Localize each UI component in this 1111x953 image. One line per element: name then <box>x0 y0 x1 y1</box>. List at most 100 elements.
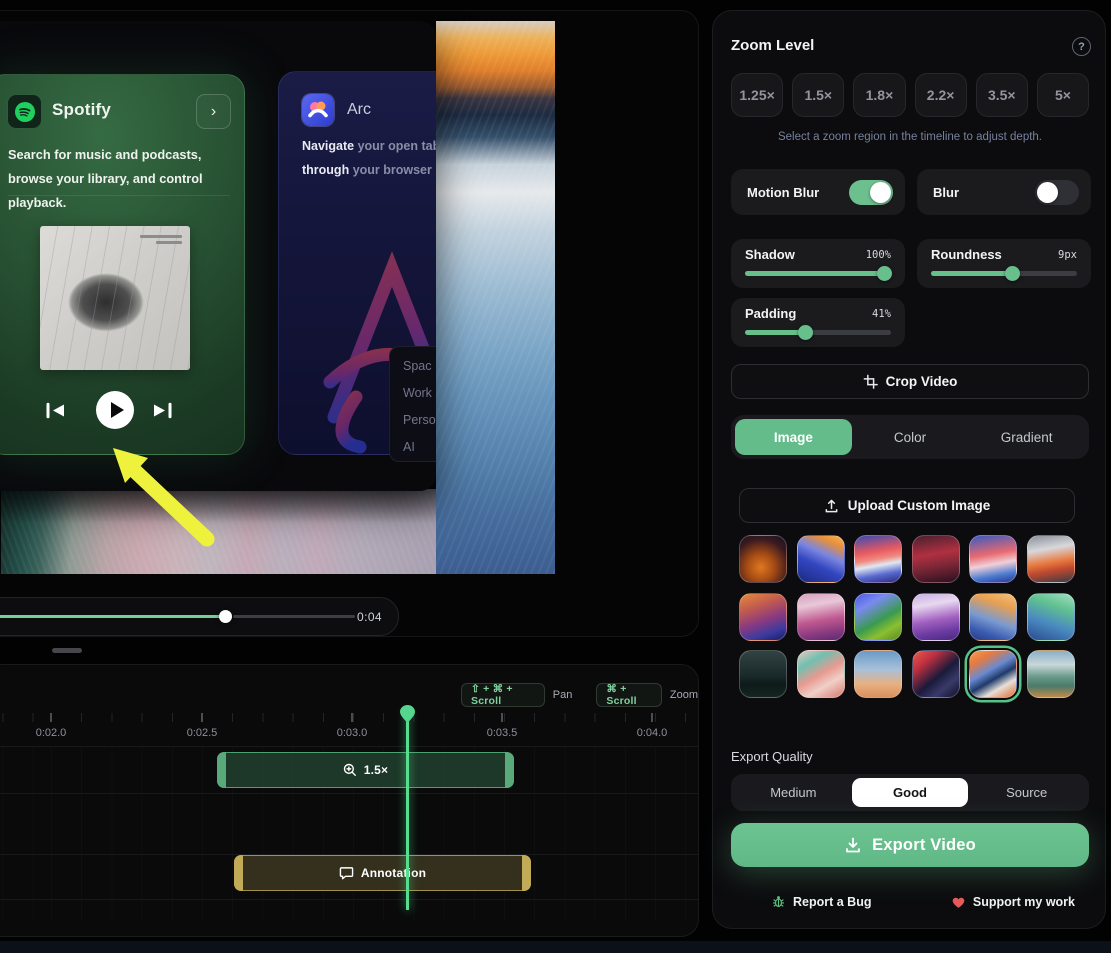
tab-image[interactable]: Image <box>735 419 852 455</box>
zoom-clip[interactable]: 1.5× <box>217 752 514 788</box>
padding-label: Padding <box>745 306 796 321</box>
spotify-card-description: Search for music and podcasts, browse yo… <box>8 143 226 215</box>
arc-submenu-item: Work <box>403 386 436 400</box>
settings-panel: Zoom Level ? 1.25× 1.5× 1.8× 2.2× 3.5× 5… <box>712 10 1106 929</box>
wallpaper-thumbnail-17-selected[interactable] <box>969 650 1017 698</box>
shadow-slider[interactable] <box>745 271 891 276</box>
wallpaper-thumbnail-6[interactable] <box>1027 535 1075 583</box>
arc-submenu-panel: Spac Work Perso AI <box>389 346 436 462</box>
wallpaper-thumbnail-14[interactable] <box>797 650 845 698</box>
zoom-option-3.5x[interactable]: 3.5× <box>976 73 1028 117</box>
blur-label: Blur <box>933 185 959 200</box>
shadow-label: Shadow <box>745 247 795 262</box>
tab-color[interactable]: Color <box>852 419 969 455</box>
ruler-tick <box>501 713 503 722</box>
wallpaper-thumbnail-7[interactable] <box>739 593 787 641</box>
wallpaper-thumbnail-16[interactable] <box>912 650 960 698</box>
slider-fill <box>745 271 885 276</box>
quality-medium[interactable]: Medium <box>735 778 852 807</box>
blur-card: Blur <box>917 169 1091 215</box>
ruler-tick <box>351 713 353 722</box>
zoom-option-1.8x[interactable]: 1.8× <box>853 73 905 117</box>
wallpaper-thumbnail-4[interactable] <box>912 535 960 583</box>
panel-resize-handle[interactable] <box>52 648 82 653</box>
padding-slider[interactable] <box>745 330 891 335</box>
zoom-option-1.25x[interactable]: 1.25× <box>731 73 783 117</box>
zoom-shortcut-keys: ⌘ + Scroll <box>596 683 662 707</box>
wallpaper-thumbnail-11[interactable] <box>969 593 1017 641</box>
zoom-option-5x[interactable]: 5× <box>1037 73 1089 117</box>
magnifier-plus-icon <box>343 763 357 777</box>
wallpaper-thumbnail-2[interactable] <box>797 535 845 583</box>
arc-card-title: Arc <box>347 101 371 119</box>
background-type-tabs: Image Color Gradient <box>731 415 1089 459</box>
wallpaper-thumbnail-12[interactable] <box>1027 593 1075 641</box>
playhead-handle[interactable] <box>400 705 415 724</box>
album-art-caption-line <box>140 235 182 238</box>
support-link[interactable]: Support my work <box>951 894 1075 909</box>
roundness-value: 9px <box>1058 249 1077 261</box>
album-art-caption-line <box>156 241 182 244</box>
ruler-label: 0:02.5 <box>187 727 218 739</box>
scrubber-handle[interactable] <box>219 610 232 623</box>
wallpaper-thumbnail-5[interactable] <box>969 535 1017 583</box>
report-bug-link[interactable]: Report a Bug <box>771 894 871 909</box>
bug-icon <box>771 894 786 909</box>
heart-icon <box>951 895 966 909</box>
playhead-line[interactable] <box>406 711 409 910</box>
upload-custom-image-button[interactable]: Upload Custom Image <box>739 488 1075 523</box>
track-divider <box>0 793 698 794</box>
crop-icon <box>863 374 878 389</box>
slider-knob[interactable] <box>798 325 813 340</box>
ruler-label: 0:04.0 <box>637 727 668 739</box>
export-quality-label: Export Quality <box>731 749 813 764</box>
background-wallpaper-right <box>436 21 555 574</box>
quality-source[interactable]: Source <box>968 778 1085 807</box>
arc-card-description-line1: Navigate your open tabs <box>302 134 436 158</box>
timeline-panel: ⇧ + ⌘ + Scroll Pan ⌘ + Scroll Zoom 0:02.… <box>0 664 699 937</box>
wallpaper-thumbnail-1[interactable] <box>739 535 787 583</box>
blur-toggle[interactable] <box>1035 180 1079 205</box>
zoom-option-1.5x[interactable]: 1.5× <box>792 73 844 117</box>
arc-logo-icon <box>302 94 334 126</box>
wallpaper-thumbnail-3[interactable] <box>854 535 902 583</box>
crop-video-button[interactable]: Crop Video <box>731 364 1089 399</box>
quality-good[interactable]: Good <box>852 778 969 807</box>
padding-value: 41% <box>872 308 891 320</box>
timeline-ruler[interactable] <box>0 713 698 722</box>
export-video-button[interactable]: Export Video <box>731 823 1089 867</box>
divider <box>8 195 230 196</box>
slider-knob[interactable] <box>1005 266 1020 281</box>
tab-gradient[interactable]: Gradient <box>968 419 1085 455</box>
annotation-clip-label: Annotation <box>361 866 426 880</box>
slider-knob[interactable] <box>877 266 892 281</box>
export-video-label: Export Video <box>872 836 976 855</box>
zoom-option-2.2x[interactable]: 2.2× <box>915 73 967 117</box>
slider-fill <box>745 330 806 335</box>
padding-card: Padding 41% <box>731 298 905 347</box>
play-button-icon <box>96 391 134 429</box>
wallpaper-thumbnail-9[interactable] <box>854 593 902 641</box>
timeline-shortcuts: ⇧ + ⌘ + Scroll Pan ⌘ + Scroll Zoom <box>461 683 698 707</box>
wallpaper-thumbnail-10[interactable] <box>912 593 960 641</box>
shadow-value: 100% <box>866 249 891 261</box>
album-art <box>40 226 190 370</box>
wallpaper-thumbnail-13[interactable] <box>739 650 787 698</box>
playback-time: 0:04 <box>357 610 382 624</box>
wallpaper-thumbnail-15[interactable] <box>854 650 902 698</box>
chevron-right-icon: › <box>196 94 231 129</box>
annotation-clip[interactable]: Annotation <box>234 855 531 891</box>
annotation-arrow <box>85 436 225 551</box>
wallpaper-thumbnail-8[interactable] <box>797 593 845 641</box>
zoom-hint-text: Select a zoom region in the timeline to … <box>719 131 1101 143</box>
playback-scrubber[interactable]: 0:04 <box>0 597 399 636</box>
toggle-knob <box>1037 182 1058 203</box>
roundness-slider[interactable] <box>931 271 1077 276</box>
help-icon[interactable]: ? <box>1072 37 1091 56</box>
wallpaper-grid <box>739 535 1079 698</box>
wallpaper-thumbnail-18[interactable] <box>1027 650 1075 698</box>
track-divider <box>0 899 698 900</box>
motion-blur-toggle[interactable] <box>849 180 893 205</box>
recorded-screen-window: Spotify › Search for music and podcasts,… <box>0 21 436 491</box>
pan-shortcut-label: Pan <box>553 689 573 701</box>
